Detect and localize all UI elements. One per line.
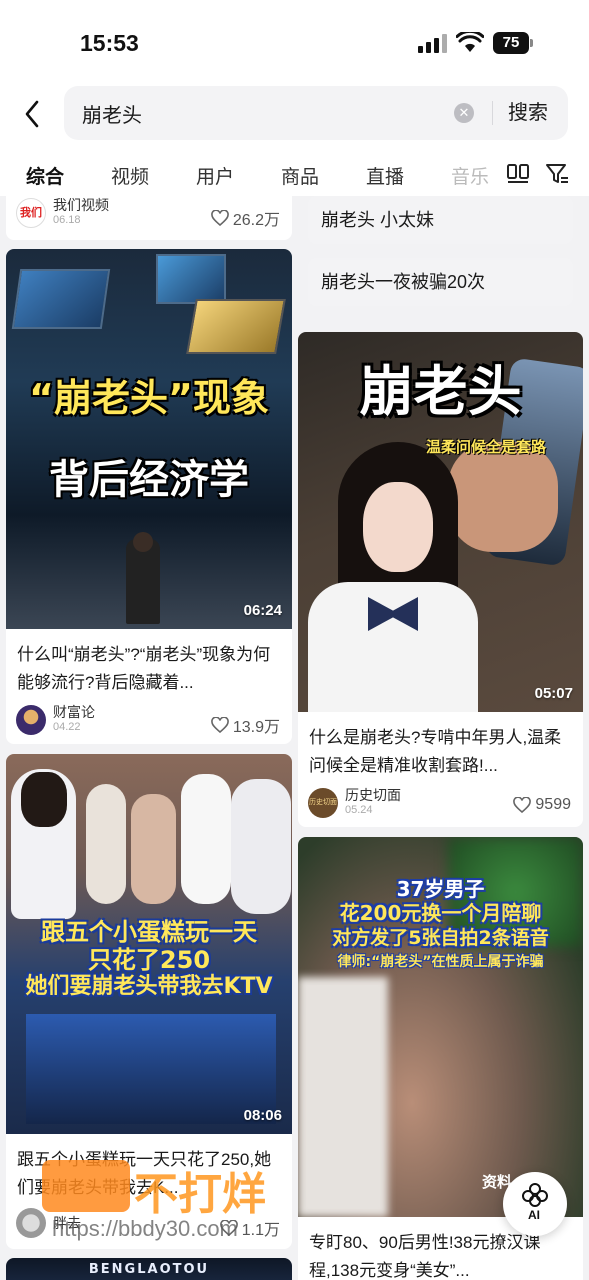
ai-label: AI (528, 1208, 540, 1222)
video-thumbnail[interactable]: 跟五个小蛋糕玩一天 只花了250 她们要崩老头带我去KTV 08:06 (6, 754, 292, 1134)
like-count-value: 26.2万 (232, 212, 280, 229)
ai-flower-icon (522, 1183, 548, 1207)
status-bar: 15:53 75 (0, 0, 589, 86)
tab-comprehensive[interactable]: 综合 (26, 162, 64, 189)
clear-icon[interactable]: ✕ (454, 103, 474, 123)
watermark-brand: 不打烊 (134, 1170, 266, 1219)
results-feed[interactable]: 我们 我们视频 06.18 26.2万 崩老头 小太妹 崩老头一夜被骗20次 “… (0, 196, 589, 1280)
card-title[interactable]: 什么叫“崩老头”?“崩老头”现象为何能够流行?背后隐藏着... (17, 641, 282, 697)
search-divider (492, 101, 493, 125)
author-name: 我们视频 (53, 197, 109, 213)
signal-icon (418, 33, 448, 53)
thumbnail-caption: BENGLAOTOU (88, 1262, 210, 1277)
thumbnail-caption: 花200元换一个月陪聊 (339, 901, 542, 925)
search-input[interactable] (82, 86, 442, 140)
card-author[interactable]: 历史切面 历史切面 05.24 (308, 788, 401, 818)
card-title[interactable]: 专盯80、90后男性!38元撩汉课程,138元变身“美女”... (309, 1229, 573, 1280)
thumbnail-caption: 她们要崩老头带我去KTV (25, 974, 273, 999)
video-thumbnail[interactable]: BENGLAOTOU (6, 1258, 292, 1280)
post-date: 04.22 (53, 721, 81, 733)
post-date: 05.24 (345, 804, 373, 816)
layout-toggle-icon[interactable] (505, 161, 531, 187)
tab-users[interactable]: 用户 (196, 162, 234, 189)
video-thumbnail[interactable]: 37岁男子 花200元换一个月陪聊 对方发了5张自拍2条语音 律师:“崩老头”在… (298, 837, 583, 1217)
author-name: 财富论 (53, 704, 95, 720)
thumbnail-caption: 温柔问候全是套路 (426, 438, 547, 456)
search-button[interactable]: 搜索 (508, 86, 548, 140)
post-date: 06.18 (53, 214, 81, 226)
like-count-value: 9599 (535, 796, 571, 813)
result-card-partial[interactable]: 我们 我们视频 06.18 26.2万 (6, 196, 292, 240)
avatar[interactable]: 历史切面 (308, 788, 338, 818)
heart-icon (211, 717, 229, 733)
watermark: 不打烊 https://bbdy30.com (42, 1158, 292, 1248)
tab-bar: 综合 视频 用户 商品 直播 音乐 (0, 146, 589, 196)
watermark-url: https://bbdy30.com (52, 1216, 238, 1241)
heart-icon (513, 797, 532, 813)
search-header: ✕ 搜索 (0, 86, 589, 146)
thumbnail-caption: 律师:“崩老头”在性质上属于诈骗 (337, 954, 544, 970)
video-duration: 06:24 (243, 602, 282, 619)
result-card[interactable]: BENGLAOTOU (6, 1258, 292, 1280)
like-count[interactable]: 26.2万 (211, 206, 280, 230)
back-button[interactable] (14, 94, 50, 134)
video-duration: 08:06 (243, 1107, 282, 1124)
video-duration: 05:07 (534, 685, 573, 702)
watermark-logo (42, 1160, 130, 1212)
like-count[interactable]: 9599 (513, 796, 571, 814)
chevron-left-icon (25, 100, 39, 128)
card-title[interactable]: 什么是崩老头?专啃中年男人,温柔问候全是精准收割套路!... (309, 724, 573, 780)
avatar[interactable] (16, 705, 46, 735)
tab-video[interactable]: 视频 (111, 162, 149, 189)
card-author[interactable]: 财富论 04.22 (16, 705, 95, 735)
suggestion-chip[interactable]: 崩老头 小太妹 (308, 196, 573, 244)
avatar[interactable]: 我们 (16, 198, 46, 228)
video-thumbnail[interactable]: 崩老头 温柔问候全是套路 05:07 (298, 332, 583, 712)
search-box: ✕ 搜索 (64, 86, 568, 140)
battery-level: 75 (493, 32, 529, 54)
battery-icon: 75 (493, 32, 533, 54)
result-card[interactable]: 崩老头 温柔问候全是套路 05:07 什么是崩老头?专啃中年男人,温柔问候全是精… (298, 332, 583, 827)
like-count-value: 13.9万 (232, 719, 280, 736)
ai-assistant-button[interactable]: AI (503, 1172, 567, 1236)
like-count[interactable]: 13.9万 (211, 713, 280, 737)
heart-icon (211, 210, 229, 226)
thumbnail-caption: 背后经济学 (49, 457, 249, 503)
thumbnail-caption: “崩老头”现象 (29, 376, 269, 420)
thumbnail-caption: 对方发了5张自拍2条语音 (332, 927, 549, 949)
author-name: 历史切面 (345, 787, 401, 803)
filter-icon[interactable] (544, 161, 570, 187)
suggestion-chip[interactable]: 崩老头一夜被骗20次 (308, 258, 573, 306)
card-author[interactable]: 我们 我们视频 06.18 (16, 198, 109, 228)
thumbnail-caption: 崩老头 (359, 360, 522, 423)
status-time: 15:53 (80, 30, 139, 56)
tab-music[interactable]: 音乐 (451, 162, 489, 189)
result-card[interactable]: “崩老头”现象 背后经济学 06:24 什么叫“崩老头”?“崩老头”现象为何能够… (6, 249, 292, 744)
tab-products[interactable]: 商品 (281, 162, 319, 189)
video-thumbnail[interactable]: “崩老头”现象 背后经济学 06:24 (6, 249, 292, 629)
wifi-icon (456, 32, 484, 52)
tab-live[interactable]: 直播 (366, 162, 404, 189)
